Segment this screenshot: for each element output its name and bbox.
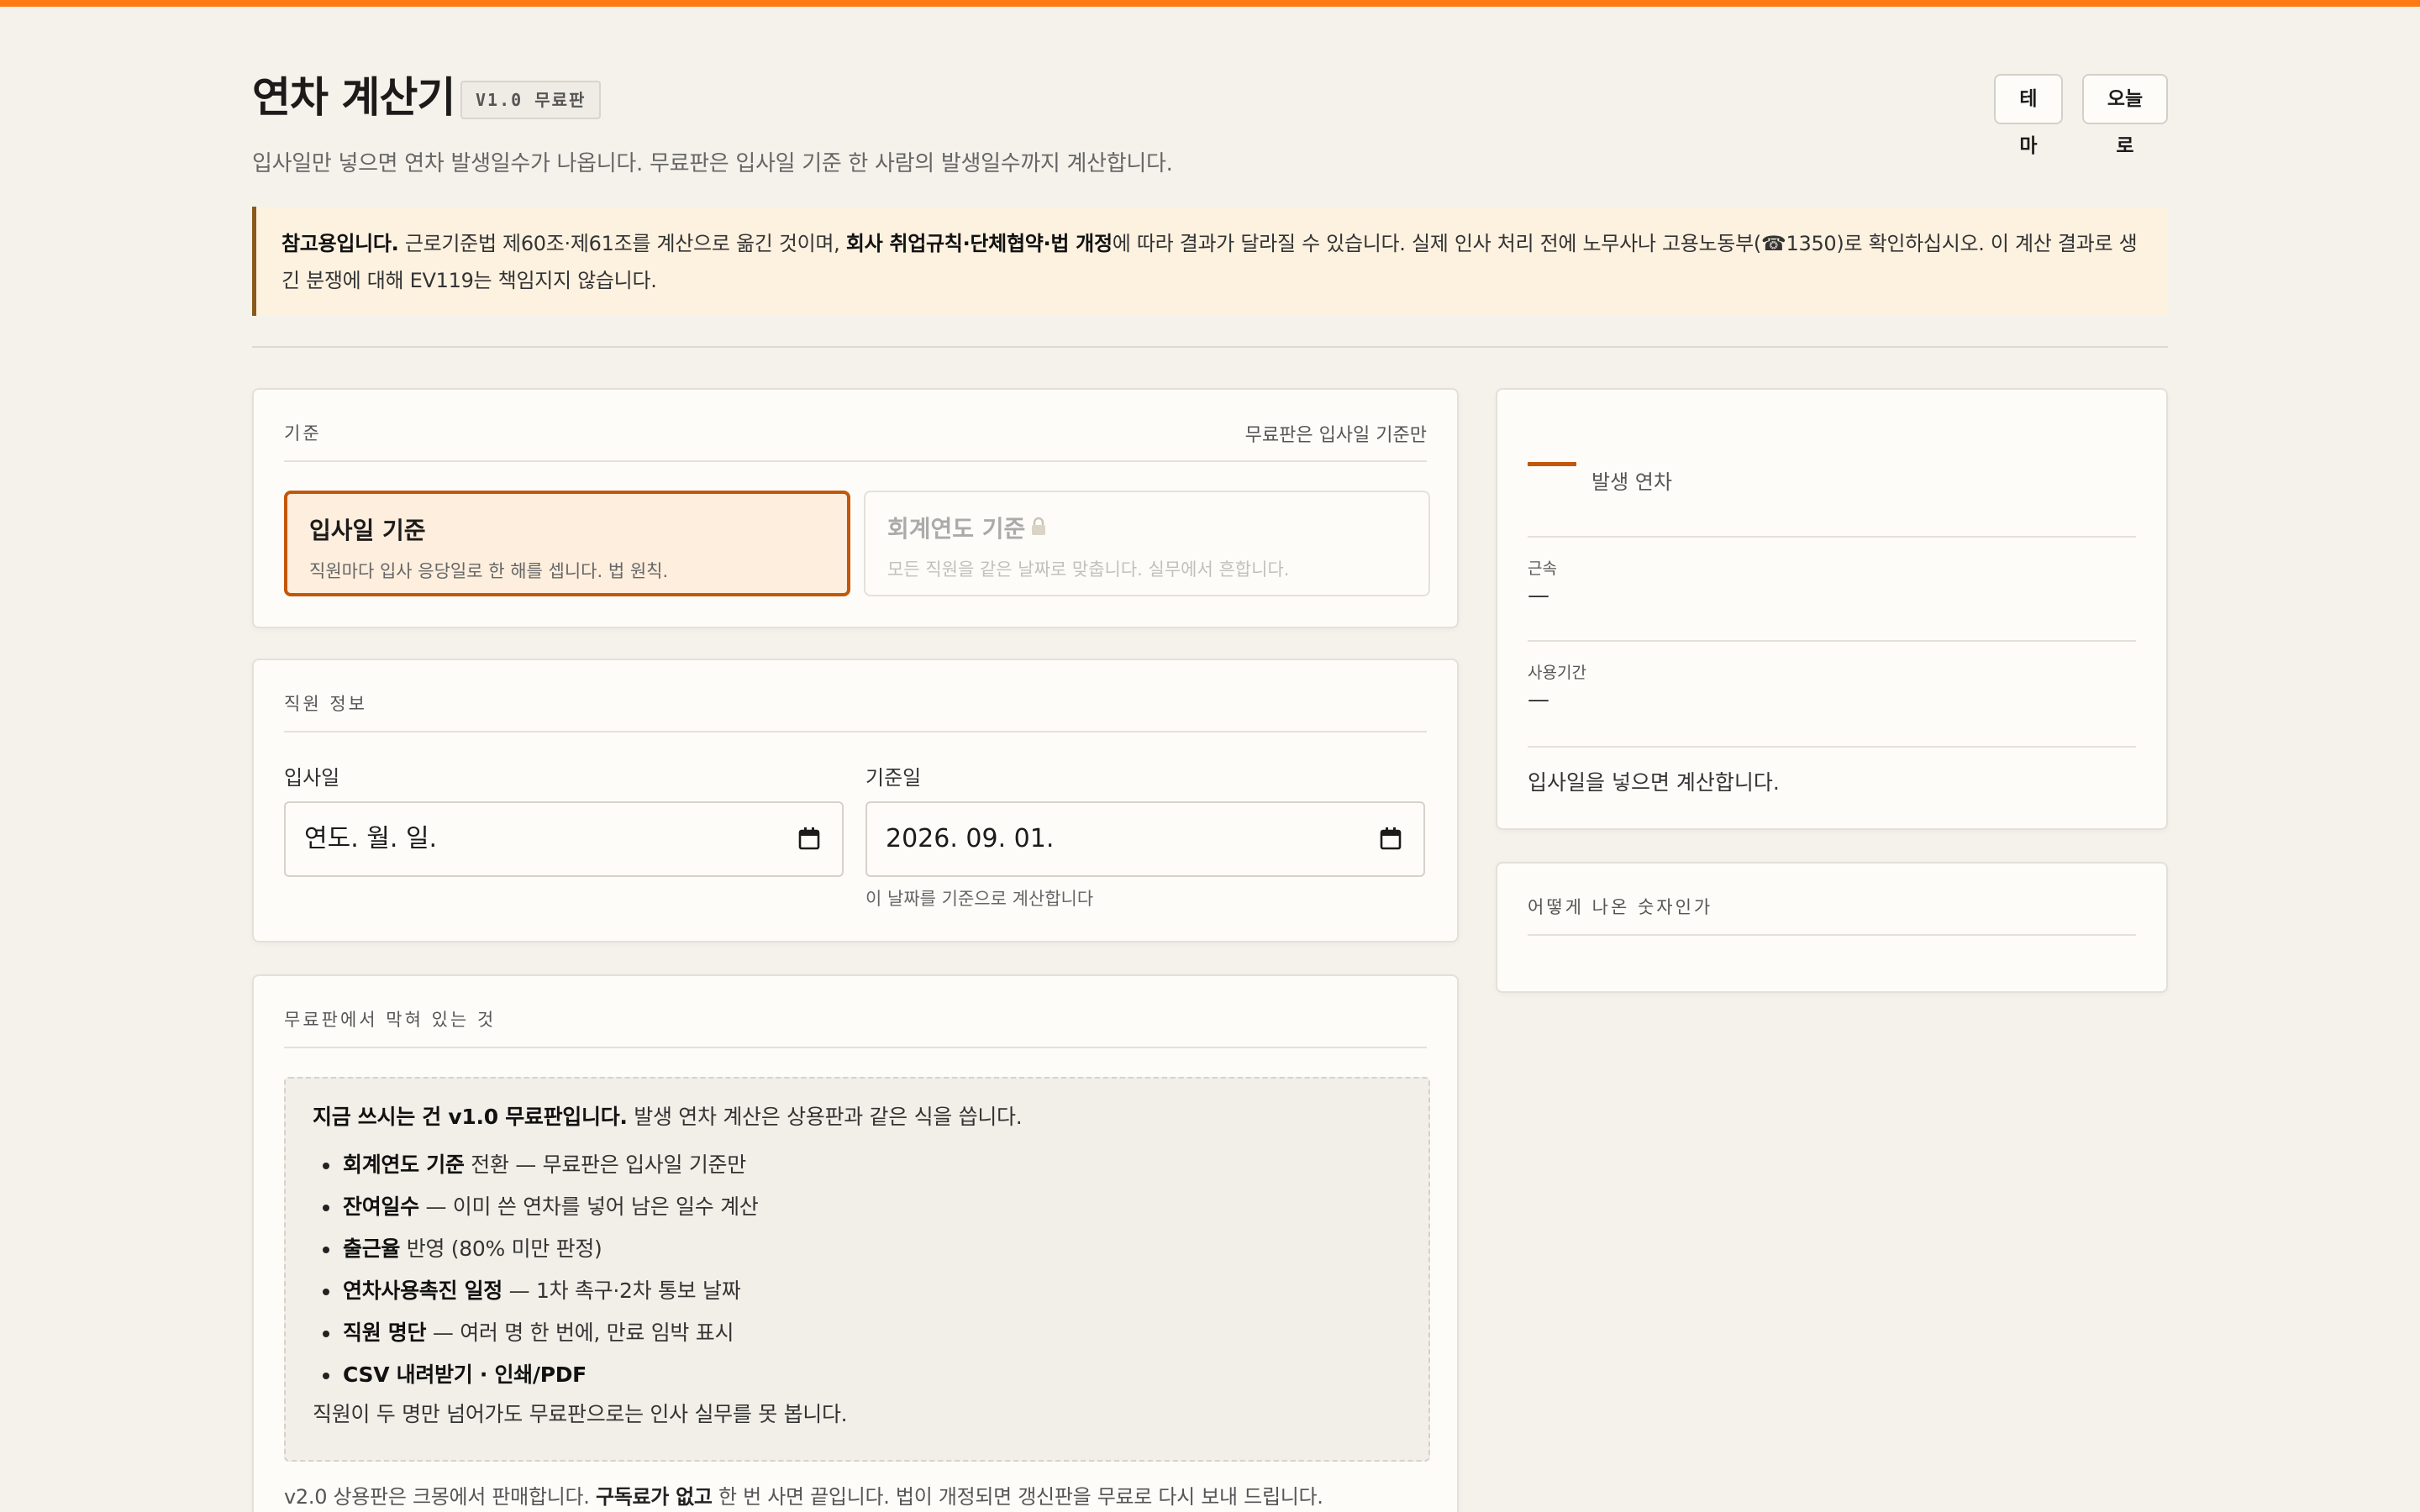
base-date-hint: 이 날짜를 기준으로 계산합니다 <box>865 889 1094 909</box>
option-fiscal-year-basis[interactable]: 회계연도 기준 모든 직원을 같은 날짜로 맞춥니다. 실무에서 흔합니다. <box>864 491 1430 596</box>
list-item: CSV 내려받기 · 인쇄/PDF <box>313 1354 1402 1396</box>
feature-desc: — 이미 쓴 연차를 넣어 남은 일수 계산 <box>418 1194 759 1219</box>
result-divider <box>1528 640 2136 642</box>
feature-desc: — 여러 명 한 번에, 만료 임박 표시 <box>426 1320 734 1345</box>
employee-card-header: 직원 정보 <box>284 690 1427 732</box>
feature-desc: 전환 — 무료판은 입사일 기준만 <box>464 1152 746 1177</box>
list-item: 잔여일수 — 이미 쓴 연차를 넣어 남은 일수 계산 <box>313 1186 1402 1228</box>
explanation-card: 어떻게 나온 숫자인가 <box>1496 862 2168 993</box>
calendar-icon[interactable] <box>1380 827 1402 850</box>
notice-bold: 회사 취업규칙·단체협약·법 개정 <box>845 232 1113 255</box>
option-desc: 모든 직원을 같은 날짜로 맞춥니다. 실무에서 흔합니다. <box>887 559 1290 580</box>
note-bold: 구독료가 없고 <box>595 1485 713 1509</box>
option-title-text: 회계연도 기준 <box>887 515 1026 543</box>
lock-icon <box>1030 517 1047 542</box>
header: 연차 계산기 V1.0 무료판 테마 오늘로 <box>252 59 2168 157</box>
result-divider <box>1528 746 2136 748</box>
list-item: 출근율 반영 (80% 미만 판정) <box>313 1228 1402 1270</box>
free-card-header: 무료판에서 막혀 있는 것 <box>284 1006 1427 1048</box>
hire-date-label: 입사일 <box>284 766 340 790</box>
result-message: 입사일을 넣으면 계산합니다. <box>1528 770 1780 795</box>
page-subtitle: 입사일만 넣으면 연차 발생일수가 나옵니다. 무료판은 입사일 기준 한 사람… <box>252 151 1173 176</box>
result-card: 발생 연차 근속 — 사용기간 — 입사일을 넣으면 계산합니다. <box>1496 388 2168 830</box>
feature-name: CSV 내려받기 · 인쇄/PDF <box>343 1362 587 1387</box>
commercial-note: v2.0 상용판은 크몽에서 판매합니다. 구독료가 없고 한 번 사면 끝입니… <box>284 1480 1323 1509</box>
note-text: v2.0 상용판은 크몽에서 판매합니다. <box>284 1485 596 1509</box>
result-divider <box>1528 536 2136 538</box>
locked-features-box: 지금 쓰시는 건 v1.0 무료판입니다. 발생 연차 계산은 상용판과 같은 … <box>284 1077 1430 1462</box>
today-button[interactable]: 오늘로 <box>2082 74 2168 157</box>
base-date-value: 2026. 09. 01. <box>886 824 1055 853</box>
note-text: 한 번 사면 끝입니다. 법이 개정되면 갱신판을 무료로 다시 보내 드립니다… <box>712 1485 1323 1509</box>
usage-period-label: 사용기간 <box>1528 664 1586 682</box>
hire-date-input[interactable]: 연도. 월. 일. <box>284 801 844 877</box>
basis-heading: 기준 <box>284 423 322 444</box>
explanation-heading: 어떻게 나온 숫자인가 <box>1528 897 1713 917</box>
option-title: 입사일 기준 <box>309 517 426 544</box>
top-accent-bar <box>0 0 2420 7</box>
free-intro-rest: 발생 연차 계산은 상용판과 같은 식을 씁니다. <box>627 1105 1023 1129</box>
option-desc: 직원마다 입사 응당일로 한 해를 셉니다. 법 원칙. <box>309 561 669 581</box>
feature-name: 연차사용촉진 일정 <box>343 1278 503 1303</box>
list-item: 회계연도 기준 전환 — 무료판은 입사일 기준만 <box>313 1144 1402 1186</box>
option-hire-date-basis[interactable]: 입사일 기준 직원마다 입사 응당일로 한 해를 셉니다. 법 원칙. <box>284 491 850 596</box>
feature-name: 직원 명단 <box>343 1320 427 1345</box>
base-date-label: 기준일 <box>865 766 922 790</box>
basis-card-header: 기준 무료판은 입사일 기준만 <box>284 420 1427 462</box>
locked-feature-list: 회계연도 기준 전환 — 무료판은 입사일 기준만 잔여일수 — 이미 쓴 연차… <box>313 1144 1402 1396</box>
free-limits-card: 무료판에서 막혀 있는 것 지금 쓰시는 건 v1.0 무료판입니다. 발생 연… <box>252 974 1459 1512</box>
version-badge: V1.0 무료판 <box>460 81 602 119</box>
notice-lead: 참고용입니다. <box>281 232 399 255</box>
usage-period-value: — <box>1528 687 1549 712</box>
free-intro-bold: 지금 쓰시는 건 v1.0 무료판입니다. <box>313 1105 628 1129</box>
explanation-card-header: 어떻게 나온 숫자인가 <box>1528 894 2136 936</box>
tenure-value: — <box>1528 583 1549 608</box>
employee-heading: 직원 정보 <box>284 694 367 714</box>
free-intro: 지금 쓰시는 건 v1.0 무료판입니다. 발생 연차 계산은 상용판과 같은 … <box>313 1100 1402 1131</box>
header-divider <box>252 346 2168 348</box>
list-item: 직원 명단 — 여러 명 한 번에, 만료 임박 표시 <box>313 1312 1402 1354</box>
base-date-input[interactable]: 2026. 09. 01. <box>865 801 1425 877</box>
theme-button[interactable]: 테마 <box>1994 74 2063 157</box>
basis-note: 무료판은 입사일 기준만 <box>1244 425 1427 446</box>
feature-name: 잔여일수 <box>343 1194 419 1219</box>
page-title: 연차 계산기 <box>252 73 455 122</box>
option-title: 회계연도 기준 <box>887 511 1407 544</box>
tenure-label: 근속 <box>1528 559 1557 578</box>
employee-info-card: 직원 정보 입사일 연도. 월. 일. 기준일 2026. 09. 01. 이 … <box>252 659 1459 942</box>
basis-card: 기준 무료판은 입사일 기준만 입사일 기준 직원마다 입사 응당일로 한 해를… <box>252 388 1459 628</box>
list-item: 연차사용촉진 일정 — 1차 촉구·2차 통보 날짜 <box>313 1270 1402 1312</box>
feature-name: 출근율 <box>343 1236 401 1261</box>
disclaimer-notice: 참고용입니다. 근로기준법 제60조·제61조를 계산으로 옮긴 것이며, 회사… <box>252 207 2168 316</box>
result-accent-line <box>1528 462 1576 466</box>
feature-desc: 반영 (80% 미만 판정) <box>400 1236 602 1261</box>
free-footer: 직원이 두 명만 넘어가도 무료판으로는 인사 실무를 못 봅니다. <box>313 1402 848 1426</box>
notice-text-1: 근로기준법 제60조·제61조를 계산으로 옮긴 것이며, <box>398 232 846 255</box>
feature-name: 회계연도 기준 <box>343 1152 465 1177</box>
free-heading: 무료판에서 막혀 있는 것 <box>284 1010 497 1030</box>
feature-desc: — 1차 촉구·2차 통보 날짜 <box>502 1278 741 1303</box>
result-title: 발생 연차 <box>1591 470 1672 494</box>
calendar-icon[interactable] <box>798 827 820 850</box>
hire-date-value: 연도. 월. 일. <box>304 824 438 853</box>
